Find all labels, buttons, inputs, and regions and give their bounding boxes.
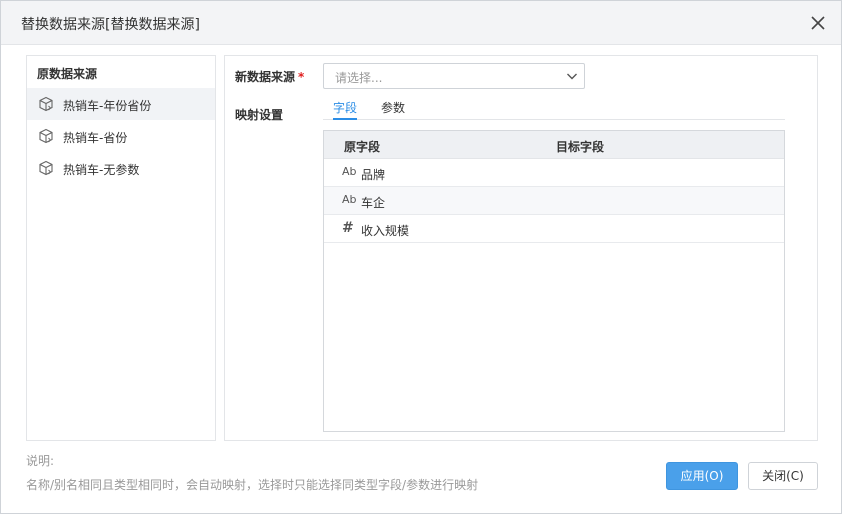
note-title: 说明: xyxy=(26,454,55,468)
close-icon[interactable] xyxy=(809,14,827,32)
text-type-icon: Ab xyxy=(342,165,357,178)
tab-fields[interactable]: 字段 xyxy=(333,99,358,120)
mapping-table: 原字段 目标字段 Ab 品牌 Ab 车企 # 收入规模 xyxy=(323,130,785,432)
close-button[interactable]: 关闭(C) xyxy=(748,462,818,490)
header-source-field: 原字段 xyxy=(344,140,381,154)
dialog-titlebar: 替换数据来源[替换数据来源] xyxy=(1,1,841,45)
source-item[interactable]: 热销车-无参数 xyxy=(27,152,215,184)
dialog-title: 替换数据来源[替换数据来源] xyxy=(21,17,200,33)
header-target-field: 目标字段 xyxy=(556,140,605,154)
mapping-panel: 新数据来源 * 请选择... 映射设置 字段 参数 原字段 目标字段 Ab 品牌 … xyxy=(224,55,818,441)
replace-datasource-dialog: 替换数据来源[替换数据来源] 原数据来源 热销车-年份省份 热销车-省份 热销车… xyxy=(0,0,842,514)
mapping-tabs: 字段 参数 xyxy=(323,96,785,120)
new-source-label-text: 新数据来源 xyxy=(235,70,296,84)
new-source-label: 新数据来源 * xyxy=(235,68,304,85)
mapping-label: 映射设置 xyxy=(235,108,284,122)
source-field-name: 收入规模 xyxy=(361,224,410,238)
text-type-icon: Ab xyxy=(342,193,357,206)
source-panel-header: 原数据来源 xyxy=(37,67,98,81)
source-field-name: 车企 xyxy=(361,196,386,210)
note-text: 名称/别名相同且类型相同时，会自动映射，选择时只能选择同类型字段/参数进行映射 xyxy=(26,478,479,492)
new-source-select-placeholder: 请选择... xyxy=(335,71,383,85)
required-mark: * xyxy=(298,70,305,84)
source-item[interactable]: 热销车-年份省份 xyxy=(27,88,215,120)
source-item-label: 热销车-年份省份 xyxy=(63,99,152,113)
source-item-label: 热销车-无参数 xyxy=(63,163,140,177)
table-row[interactable]: # 收入规模 xyxy=(324,215,784,243)
mapping-table-header: 原字段 目标字段 xyxy=(324,131,784,159)
chevron-down-icon xyxy=(567,73,577,80)
source-item[interactable]: 热销车-省份 xyxy=(27,120,215,152)
new-source-select[interactable]: 请选择... xyxy=(323,63,585,89)
source-field-name: 品牌 xyxy=(361,168,386,182)
number-type-icon: # xyxy=(342,220,354,236)
apply-button[interactable]: 应用(O) xyxy=(666,462,738,490)
dataset-cube-icon xyxy=(39,128,53,144)
dataset-cube-icon xyxy=(39,96,53,112)
source-item-label: 热销车-省份 xyxy=(63,131,128,145)
table-row[interactable]: Ab 车企 xyxy=(324,187,784,215)
source-panel: 原数据来源 热销车-年份省份 热销车-省份 热销车-无参数 xyxy=(26,55,216,441)
dataset-cube-icon xyxy=(39,160,53,176)
table-row[interactable]: Ab 品牌 xyxy=(324,159,784,187)
tab-params[interactable]: 参数 xyxy=(381,99,405,120)
